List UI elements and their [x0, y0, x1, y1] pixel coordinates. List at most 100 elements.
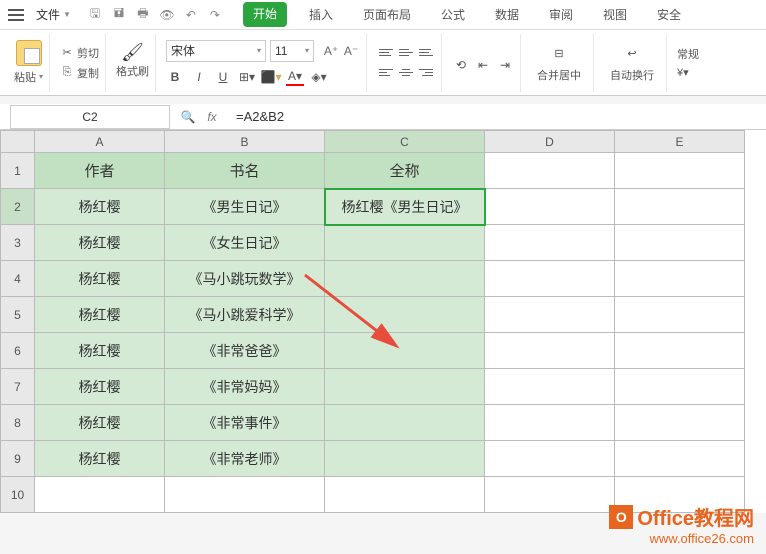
paintbrush-icon[interactable]: 🖌: [126, 46, 140, 60]
underline-button[interactable]: U: [214, 68, 232, 86]
col-header-E[interactable]: E: [615, 131, 745, 153]
orientation-button[interactable]: ⟲: [452, 56, 470, 74]
cell-C4[interactable]: [325, 261, 485, 297]
row-header-9[interactable]: 9: [1, 441, 35, 477]
name-box[interactable]: C2: [10, 105, 170, 129]
cell-E2[interactable]: [615, 189, 745, 225]
cell-C3[interactable]: [325, 225, 485, 261]
cell-D3[interactable]: [485, 225, 615, 261]
font-color-button[interactable]: A▾: [286, 68, 304, 86]
font-size-select[interactable]: 11▾: [270, 40, 314, 62]
cell-A9[interactable]: 杨红樱: [35, 441, 165, 477]
paste-button[interactable]: 粘贴▾: [14, 68, 43, 86]
cell-C6[interactable]: [325, 333, 485, 369]
col-header-B[interactable]: B: [165, 131, 325, 153]
cell-C10[interactable]: [325, 477, 485, 513]
cell-C7[interactable]: [325, 369, 485, 405]
cell-B1[interactable]: 书名: [165, 153, 325, 189]
cell-E4[interactable]: [615, 261, 745, 297]
cell-D9[interactable]: [485, 441, 615, 477]
fill-color-button[interactable]: ⬛▾: [262, 68, 280, 86]
tab-insert[interactable]: 插入: [301, 2, 341, 27]
cell-A7[interactable]: 杨红樱: [35, 369, 165, 405]
align-center[interactable]: [397, 64, 415, 82]
cell-D7[interactable]: [485, 369, 615, 405]
select-all-corner[interactable]: [1, 131, 35, 153]
cell-B3[interactable]: 《女生日记》: [165, 225, 325, 261]
cell-D2[interactable]: [485, 189, 615, 225]
undo-icon[interactable]: ↶: [183, 7, 199, 23]
tab-layout[interactable]: 页面布局: [355, 2, 419, 27]
redo-icon[interactable]: ↷: [207, 7, 223, 23]
tab-start[interactable]: 开始: [243, 2, 287, 27]
cell-E8[interactable]: [615, 405, 745, 441]
row-header-4[interactable]: 4: [1, 261, 35, 297]
merge-center-button[interactable]: ⊟ 合并居中: [531, 41, 587, 85]
print-icon[interactable]: 🖶: [135, 7, 151, 23]
border-button[interactable]: ⊞▾: [238, 68, 256, 86]
cell-B2[interactable]: 《男生日记》: [165, 189, 325, 225]
row-header-7[interactable]: 7: [1, 369, 35, 405]
align-bottom[interactable]: [417, 44, 435, 62]
search-icon[interactable]: 🔍: [180, 109, 196, 125]
decrease-indent[interactable]: ⇤: [474, 56, 492, 74]
decrease-font-icon[interactable]: A⁻: [342, 42, 360, 60]
cell-A2[interactable]: 杨红樱: [35, 189, 165, 225]
cell-D10[interactable]: [485, 477, 615, 513]
tab-security[interactable]: 安全: [649, 2, 689, 27]
cell-D8[interactable]: [485, 405, 615, 441]
row-header-2[interactable]: 2: [1, 189, 35, 225]
currency-button[interactable]: ¥▾: [677, 65, 699, 80]
row-header-3[interactable]: 3: [1, 225, 35, 261]
row-header-8[interactable]: 8: [1, 405, 35, 441]
cell-C5[interactable]: [325, 297, 485, 333]
tab-formula[interactable]: 公式: [433, 2, 473, 27]
row-header-1[interactable]: 1: [1, 153, 35, 189]
cell-B5[interactable]: 《马小跳爱科学》: [165, 297, 325, 333]
cell-A6[interactable]: 杨红樱: [35, 333, 165, 369]
file-menu[interactable]: 文件 ▼: [30, 4, 77, 25]
auto-wrap-button[interactable]: ↩ 自动换行: [604, 41, 660, 85]
row-header-5[interactable]: 5: [1, 297, 35, 333]
cell-B8[interactable]: 《非常事件》: [165, 405, 325, 441]
cell-C2[interactable]: 杨红樱《男生日记》: [325, 189, 485, 225]
tab-review[interactable]: 审阅: [541, 2, 581, 27]
fx-icon[interactable]: fx: [204, 109, 220, 125]
cell-B6[interactable]: 《非常爸爸》: [165, 333, 325, 369]
cell-D5[interactable]: [485, 297, 615, 333]
cell-A1[interactable]: 作者: [35, 153, 165, 189]
align-right[interactable]: [417, 64, 435, 82]
cell-D4[interactable]: [485, 261, 615, 297]
row-header-6[interactable]: 6: [1, 333, 35, 369]
cell-B4[interactable]: 《马小跳玩数学》: [165, 261, 325, 297]
copy-button[interactable]: ⎘复制: [60, 64, 99, 82]
cell-A3[interactable]: 杨红樱: [35, 225, 165, 261]
cell-E1[interactable]: [615, 153, 745, 189]
save-icon[interactable]: 🖫: [87, 7, 103, 23]
tab-data[interactable]: 数据: [487, 2, 527, 27]
bold-button[interactable]: B: [166, 68, 184, 86]
cell-C8[interactable]: [325, 405, 485, 441]
format-painter-button[interactable]: 格式刷: [116, 62, 149, 80]
cell-D6[interactable]: [485, 333, 615, 369]
cell-E7[interactable]: [615, 369, 745, 405]
increase-font-icon[interactable]: A⁺: [322, 42, 340, 60]
increase-indent[interactable]: ⇥: [496, 56, 514, 74]
cell-B7[interactable]: 《非常妈妈》: [165, 369, 325, 405]
cell-E3[interactable]: [615, 225, 745, 261]
col-header-A[interactable]: A: [35, 131, 165, 153]
align-top[interactable]: [377, 44, 395, 62]
cell-E5[interactable]: [615, 297, 745, 333]
cell-style-button[interactable]: ◈▾: [310, 68, 328, 86]
col-header-D[interactable]: D: [485, 131, 615, 153]
cell-A8[interactable]: 杨红樱: [35, 405, 165, 441]
cell-A10[interactable]: [35, 477, 165, 513]
cell-A4[interactable]: 杨红樱: [35, 261, 165, 297]
paste-icon[interactable]: [16, 40, 42, 66]
cell-E9[interactable]: [615, 441, 745, 477]
cell-B9[interactable]: 《非常老师》: [165, 441, 325, 477]
cell-D1[interactable]: [485, 153, 615, 189]
preview-icon[interactable]: 👁: [159, 7, 175, 23]
cell-E6[interactable]: [615, 333, 745, 369]
tab-view[interactable]: 视图: [595, 2, 635, 27]
